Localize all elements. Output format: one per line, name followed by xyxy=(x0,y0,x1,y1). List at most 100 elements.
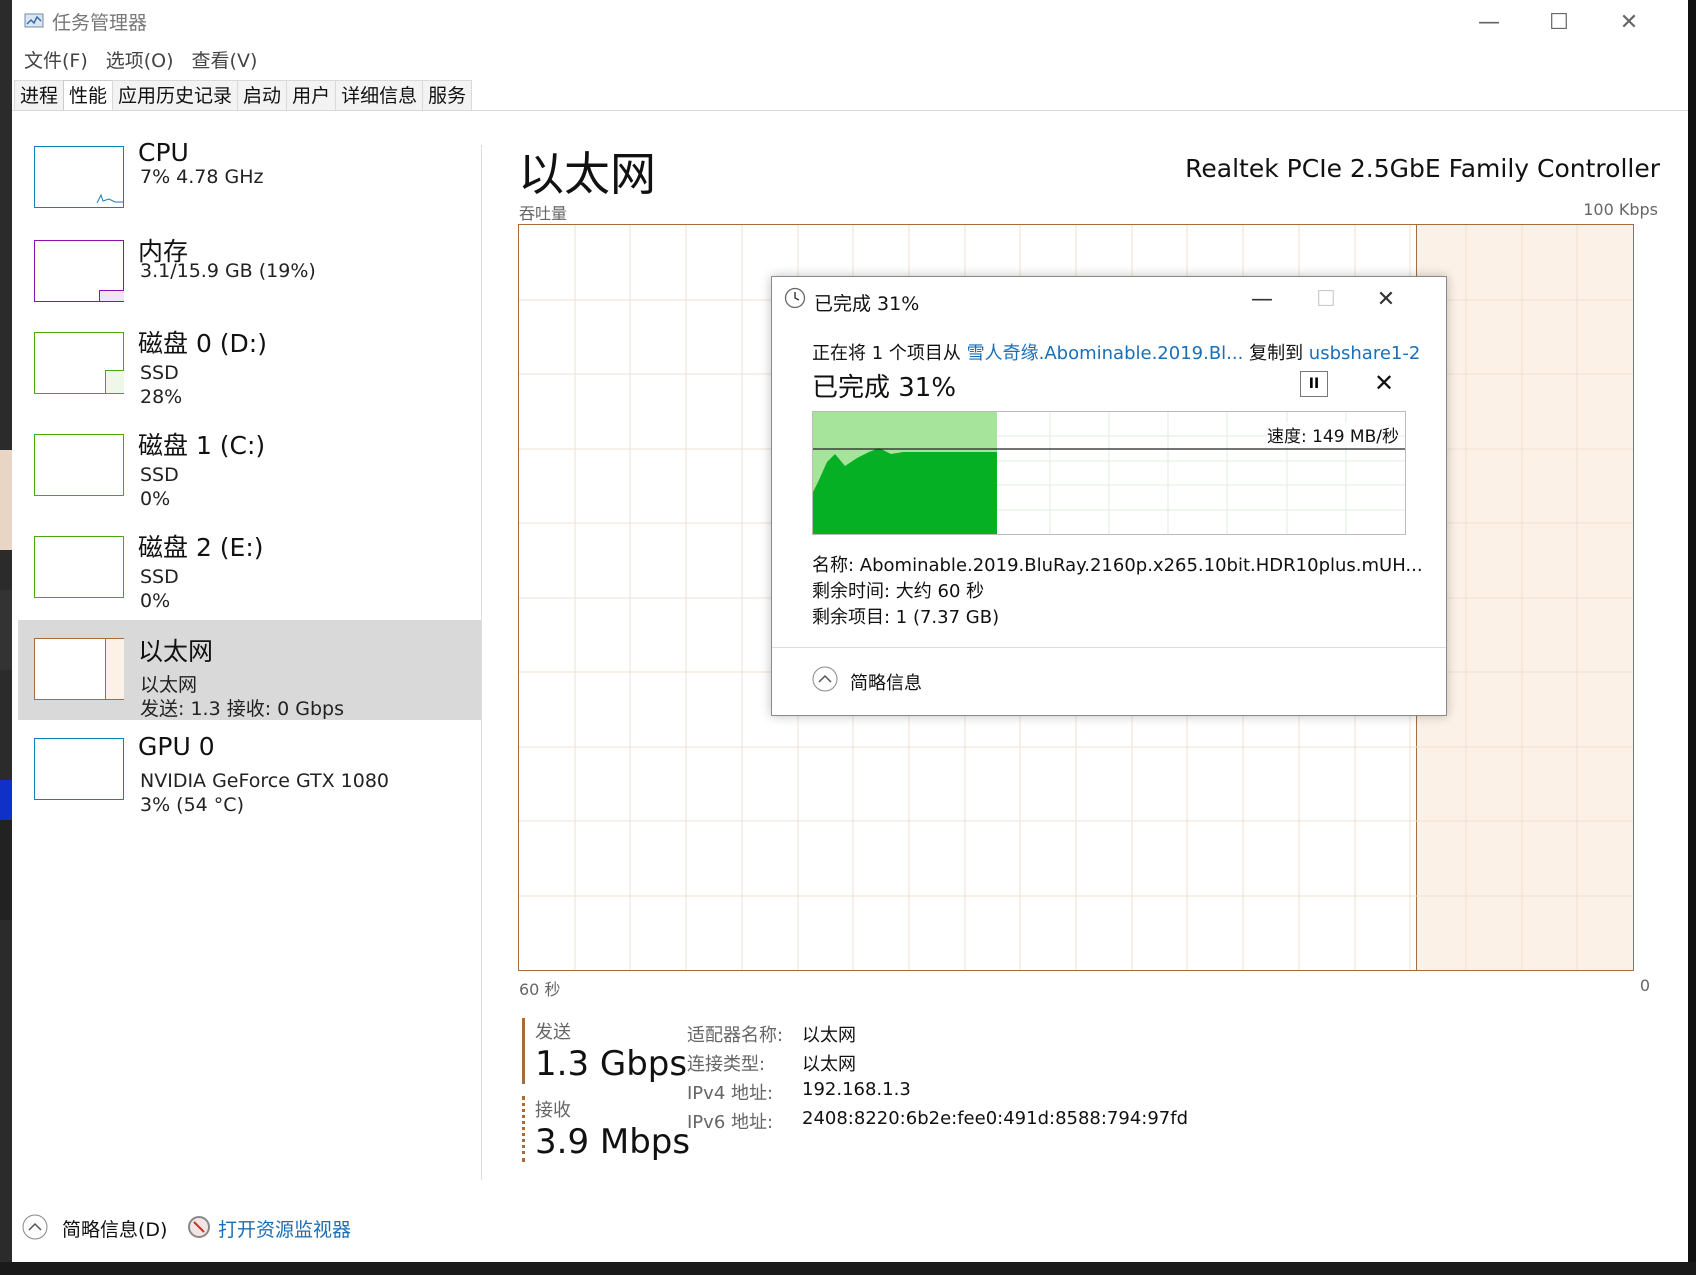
cancel-copy-button[interactable]: ✕ xyxy=(1374,369,1394,397)
sidebar-item-name: CPU xyxy=(138,138,189,167)
tab-details[interactable]: 详细信息 xyxy=(335,80,424,111)
copy-time-remaining: 剩余时间: 大约 60 秒 xyxy=(812,581,985,602)
close-icon: ✕ xyxy=(1376,286,1396,312)
send-label: 发送 xyxy=(535,1022,571,1043)
menu-view[interactable]: 查看(V) xyxy=(186,46,264,74)
prop-ipv6-value: 2408:8220:6b2e:fee0:491d:8588:794:97fd xyxy=(802,1108,1189,1129)
desktop-bottom-edge xyxy=(0,1262,1696,1275)
disk1-thumbnail-graph xyxy=(34,434,124,496)
collapse-chevron-icon[interactable] xyxy=(22,1214,48,1240)
disk0-thumbnail-graph xyxy=(34,332,124,394)
menu-options[interactable]: 选项(O) xyxy=(100,46,180,74)
prop-adapter-name-key: 适配器名称: xyxy=(687,1025,784,1046)
page-title: 以太网 xyxy=(518,147,656,201)
sidebar-item-detail: SSD xyxy=(140,464,179,486)
maximize-icon: ☐ xyxy=(1316,286,1336,312)
copy-speed: 速度: 149 MB/秒 xyxy=(1266,422,1399,447)
open-resource-monitor-link[interactable]: 打开资源监视器 xyxy=(218,1215,351,1242)
receive-value: 3.9 Mbps xyxy=(535,1122,691,1162)
desktop-background-edge xyxy=(0,0,12,1275)
collapse-chevron-icon[interactable] xyxy=(812,666,838,692)
prop-connection-type-value: 以太网 xyxy=(802,1054,856,1075)
dialog-close-button[interactable]: ✕ xyxy=(1356,277,1416,321)
tab-users[interactable]: 用户 xyxy=(286,80,337,111)
sidebar-item-disk-1[interactable]: 磁盘 1 (C:) SSD 0% xyxy=(18,418,482,518)
sidebar-item-cpu[interactable]: CPU 7% 4.78 GHz xyxy=(18,130,482,230)
copy-prefix: 正在将 1 个项目从 xyxy=(812,343,967,364)
minimize-button[interactable]: — xyxy=(1454,0,1524,44)
task-manager-icon xyxy=(24,13,44,28)
sidebar-item-name: 磁盘 0 (D:) xyxy=(138,329,267,358)
prop-adapter-name-value: 以太网 xyxy=(802,1025,856,1046)
sidebar-item-usage: 28% xyxy=(140,386,183,408)
tab-divider xyxy=(12,110,1688,111)
pause-button[interactable]: II xyxy=(1300,371,1328,397)
copy-items-remaining: 剩余项目: 1 (7.37 GB) xyxy=(812,607,1000,628)
dialog-divider xyxy=(772,647,1446,648)
sidebar-item-name: 磁盘 2 (E:) xyxy=(138,533,264,562)
receive-stat: 接收 3.9 Mbps xyxy=(522,1096,690,1162)
receive-label: 接收 xyxy=(535,1100,571,1121)
copy-speed-chart: 速度: 149 MB/秒 xyxy=(812,411,1406,535)
sidebar-item-disk-0[interactable]: 磁盘 0 (D:) SSD 28% xyxy=(18,316,482,416)
graph-axis-left: 60 秒 xyxy=(519,980,561,999)
desktop-right-edge xyxy=(1688,0,1696,1275)
performance-sidebar: CPU 7% 4.78 GHz 内存 3.1/15.9 GB (19%) 磁盘 … xyxy=(12,130,482,1190)
memory-thumbnail-graph xyxy=(34,240,124,302)
sidebar-item-memory[interactable]: 内存 3.1/15.9 GB (19%) xyxy=(18,224,482,324)
graph-label: 吞吐量 xyxy=(519,204,568,223)
sidebar-item-usage: 0% xyxy=(140,590,171,612)
fewer-details-link[interactable]: 简略信息(D) xyxy=(62,1215,167,1242)
tab-services[interactable]: 服务 xyxy=(422,80,473,111)
sidebar-item-gpu-0[interactable]: GPU 0 NVIDIA GeForce GTX 1080 3% (54 °C) xyxy=(18,724,482,824)
sidebar-item-name: GPU 0 xyxy=(138,732,215,761)
dialog-maximize-button: ☐ xyxy=(1296,277,1356,321)
menu-file[interactable]: 文件(F) xyxy=(18,46,94,74)
tab-startup[interactable]: 启动 xyxy=(237,80,288,111)
graph-axis-right: 0 xyxy=(1639,976,1650,995)
fewer-details-link[interactable]: 简略信息 xyxy=(850,669,922,695)
tab-processes[interactable]: 进程 xyxy=(14,80,65,111)
maximize-button[interactable]: ☐ xyxy=(1524,0,1594,44)
close-button[interactable]: ✕ xyxy=(1594,0,1664,44)
close-icon: ✕ xyxy=(1619,9,1639,35)
sidebar-item-usage: 发送: 1.3 接收: 0 Gbps xyxy=(140,698,345,720)
prop-connection-type-key: 连接类型: xyxy=(687,1054,766,1075)
tab-performance[interactable]: 性能 xyxy=(63,80,114,111)
prop-ipv4-key: IPv4 地址: xyxy=(687,1083,774,1104)
cpu-thumbnail-graph xyxy=(34,146,124,208)
sidebar-item-disk-2[interactable]: 磁盘 2 (E:) SSD 0% xyxy=(18,520,482,620)
pause-icon: II xyxy=(1308,376,1320,392)
send-value: 1.3 Gbps xyxy=(535,1044,688,1084)
sidebar-item-usage: 0% xyxy=(140,488,171,510)
tab-app-history[interactable]: 应用历史记录 xyxy=(112,80,239,111)
copy-mid: 复制到 xyxy=(1243,343,1309,364)
sidebar-item-name: 以太网 xyxy=(138,637,214,666)
sidebar-item-ethernet[interactable]: 以太网 以太网 发送: 1.3 接收: 0 Gbps xyxy=(18,620,482,720)
gpu-thumbnail-graph xyxy=(34,738,124,800)
minimize-icon: — xyxy=(1251,286,1273,312)
sidebar-item-name: 磁盘 1 (C:) xyxy=(138,431,266,460)
window-title: 任务管理器 xyxy=(52,12,148,34)
resource-monitor-icon xyxy=(188,1216,210,1238)
cancel-icon: ✕ xyxy=(1374,369,1395,397)
prop-ipv6-key: IPv6 地址: xyxy=(687,1112,774,1133)
maximize-icon: ☐ xyxy=(1549,9,1569,35)
adapter-name: Realtek PCIe 2.5GbE Family Controller xyxy=(1185,154,1660,183)
graph-max-label: 100 Kbps xyxy=(1583,200,1658,219)
sidebar-item-detail: 7% 4.78 GHz xyxy=(140,166,264,188)
copy-destination-link[interactable]: usbshare1-2 xyxy=(1309,343,1421,364)
copy-source-link[interactable]: 雪人奇缘.Abominable.2019.Bl... xyxy=(967,343,1244,364)
sidebar-item-detail: 以太网 xyxy=(140,674,198,696)
disk2-thumbnail-graph xyxy=(34,536,124,598)
copy-file-name: 名称: Abominable.2019.BluRay.2160p.x265.10… xyxy=(812,555,1423,576)
sidebar-item-detail: SSD xyxy=(140,566,179,588)
clock-icon xyxy=(784,287,806,309)
minimize-icon: — xyxy=(1478,9,1500,35)
ethernet-thumbnail-graph xyxy=(34,638,124,700)
title-bar[interactable]: 任务管理器 — ☐ ✕ xyxy=(12,0,1688,44)
dialog-minimize-button[interactable]: — xyxy=(1232,277,1292,321)
copy-percent: 已完成 31% xyxy=(812,373,957,403)
speed-area xyxy=(813,448,997,534)
sidebar-item-usage: 3% (54 °C) xyxy=(140,794,244,816)
